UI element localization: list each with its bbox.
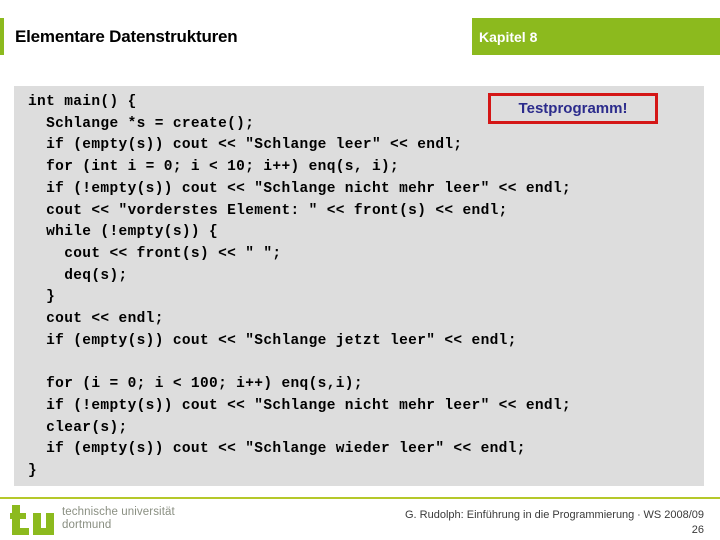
code-line: for (int i = 0; i < 10; i++) enq(s, i); [28,159,400,176]
code-line: cout << front(s) << " "; [28,245,282,262]
tu-logo-line1: technische universität [62,506,175,518]
code-line: if (empty(s)) cout << "Schlange wieder l… [28,441,526,458]
code-line: deq(s); [28,267,128,284]
code-line: clear(s); [28,419,128,436]
header-title-box: Elementare Datenstrukturen [4,18,472,55]
footer-credit: G. Rudolph: Einführung in die Programmie… [405,508,704,538]
tu-logo-wordmark: technische universität dortmund [62,506,175,532]
code-line: if (!empty(s)) cout << "Schlange nicht m… [28,397,572,414]
testprogramm-callout: Testprogramm! [488,93,658,124]
footer-credit-text: G. Rudolph: Einführung in die Programmie… [405,509,704,521]
chapter-label: Kapitel 8 [479,28,538,45]
tu-logo-line2: dortmund [62,519,112,531]
code-line: if (!empty(s)) cout << "Schlange nicht m… [28,180,572,197]
code-line: } [28,289,56,306]
tu-dortmund-logo: technische universität dortmund [10,505,175,535]
footer-divider [0,497,720,499]
code-line: if (empty(s)) cout << "Schlange leer" <<… [28,137,463,154]
code-line: if (empty(s)) cout << "Schlange jetzt le… [28,332,517,349]
callout-label: Testprogramm! [518,100,628,117]
code-line: while (!empty(s)) { [28,224,219,241]
code-line: for (i = 0; i < 100; i++) enq(s,i); [28,376,363,393]
page-number: 26 [691,524,704,536]
code-line: } [28,462,38,479]
tu-logo-icon [10,505,56,535]
code-line: cout << "vorderstes Element: " << front(… [28,202,508,219]
code-line: cout << endl; [28,311,164,328]
page-title: Elementare Datenstrukturen [15,26,238,46]
code-block: int main() { Schlange *s = create(); if … [14,86,704,486]
